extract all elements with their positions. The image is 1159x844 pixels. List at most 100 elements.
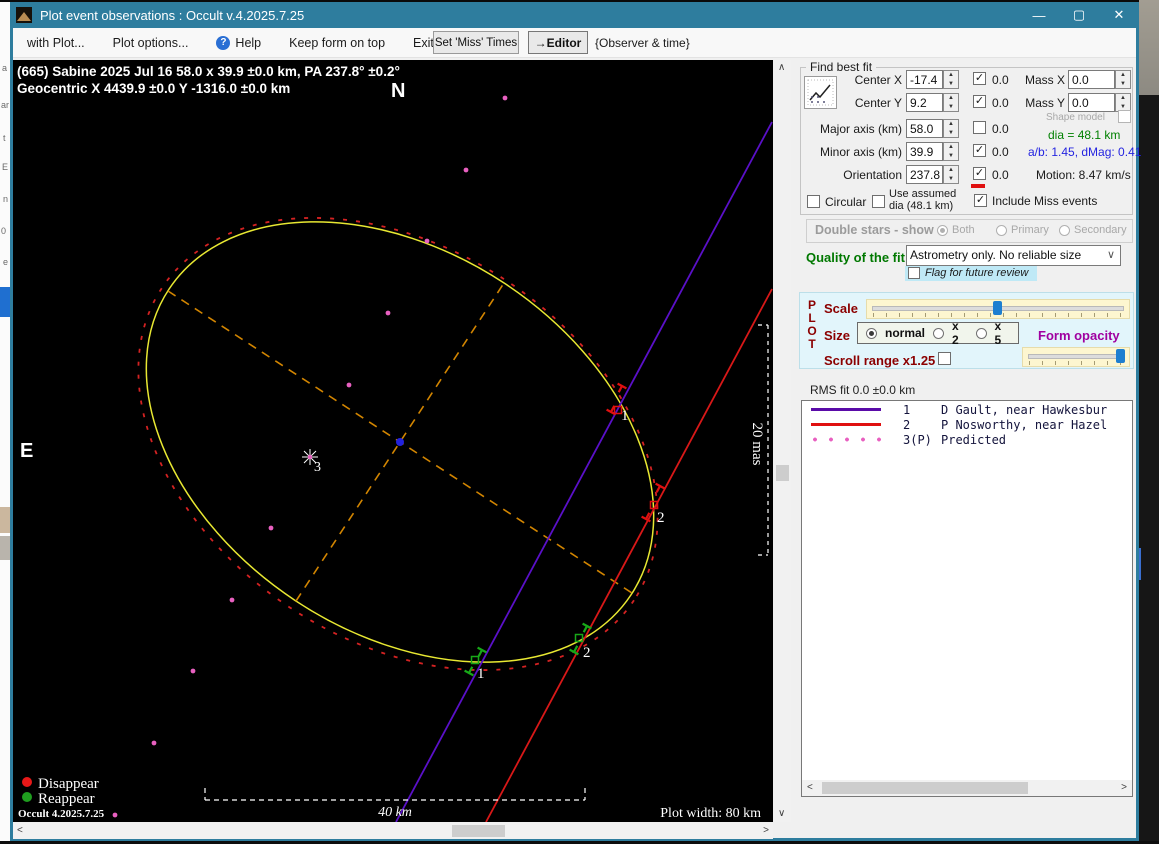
marker-3-label: 3 (314, 460, 321, 475)
maximize-button[interactable]: ▢ (1059, 2, 1099, 28)
orientation-stepper[interactable]: ▲ ▼ (943, 165, 959, 184)
set-miss-times-button[interactable]: Set 'Miss' Times (433, 31, 519, 54)
scroll-left-icon[interactable]: < (17, 826, 23, 836)
list-item[interactable]: 3(P) Predicted (802, 432, 1132, 447)
version-label: Occult 4.2025.7.25 (18, 808, 105, 820)
observer-list[interactable]: 1 D Gault, near Hawkesbur 2 P Nosworthy,… (801, 400, 1133, 797)
minor-axis-stepper[interactable]: ▲ ▼ (943, 142, 959, 161)
size-x5-radio[interactable] (975, 327, 987, 339)
edge-swatch (0, 536, 10, 560)
list-item[interactable]: 1 D Gault, near Hawkesbur (802, 403, 1132, 417)
mas-scale-label: 20 mas (749, 423, 765, 466)
double-primary-radio[interactable] (996, 225, 1007, 236)
chord2-swatch (811, 423, 881, 426)
include-miss-checkbox[interactable] (974, 194, 987, 207)
form-opacity-label: Form opacity (1038, 328, 1120, 343)
major-axis-sigma: 0.0 (992, 122, 1009, 136)
km-scale-label: 40 km (378, 805, 412, 820)
plot-canvas[interactable]: 3 1 2 1 2 (665) Sabine 2025 Jul 16 58.0 … (13, 60, 773, 822)
center-y-stepper[interactable]: ▲ ▼ (943, 93, 959, 112)
center-y-label: Center Y (854, 96, 902, 110)
mass-x-stepper[interactable]: ▲ ▼ (1115, 70, 1131, 89)
menu-with-plot[interactable]: with Plot... (13, 36, 99, 50)
desktop-right (1139, 95, 1159, 844)
menu-help-label: Help (235, 35, 262, 50)
circular-checkbox[interactable] (807, 195, 820, 208)
double-both-radio[interactable] (937, 225, 948, 236)
find-best-fit-label: Find best fit (806, 60, 877, 74)
major-axis-field[interactable]: 58.0 (906, 119, 943, 138)
minor-axis-sigma: 0.0 (992, 145, 1009, 159)
mass-y-field[interactable]: 0.0 (1068, 93, 1115, 112)
ellipse-center-dot (396, 438, 404, 446)
menu-keep-on-top[interactable]: Keep form on top (275, 36, 399, 50)
plot-vscroll-thumb[interactable] (776, 465, 789, 481)
scale-slider-thumb[interactable] (993, 301, 1002, 315)
observer-number: 3(P) (903, 432, 932, 447)
double-secondary-radio[interactable] (1059, 225, 1070, 236)
disappear-label: Disappear (38, 776, 99, 792)
size-normal-radio[interactable] (866, 327, 877, 339)
center-x-stepper[interactable]: ▲ ▼ (943, 70, 959, 89)
scroll-range-label: Scroll range x1.25 (824, 353, 936, 368)
center-x-label: Center X (854, 73, 902, 87)
editor-button[interactable]: →Editor (528, 31, 588, 54)
edge-fragment: t (3, 133, 6, 143)
scroll-down-icon[interactable]: ∨ (778, 809, 785, 819)
motion-info: Motion: 8.47 km/s (1036, 168, 1131, 182)
list-hscroll-thumb[interactable] (822, 782, 1028, 794)
desktop-right-top (1139, 0, 1159, 95)
scale-slider[interactable] (866, 299, 1130, 319)
center-x-field[interactable]: -17.4 (906, 70, 943, 89)
center-y-fit-checkbox[interactable] (973, 95, 986, 108)
menu-plot-options[interactable]: Plot options... (99, 36, 203, 50)
center-x-fit-checkbox[interactable] (973, 72, 986, 85)
center-y-field[interactable]: 9.2 (906, 93, 943, 112)
form-opacity-track[interactable] (1028, 354, 1124, 359)
size-radio-group: normal x 2 x 5 (857, 319, 1019, 347)
scroll-right-icon[interactable]: > (763, 826, 769, 836)
list-scroll-right-icon[interactable]: > (1121, 783, 1127, 793)
scroll-up-icon[interactable]: ∧ (778, 63, 785, 73)
size-x2-label: x 2 (952, 319, 959, 347)
orientation-field[interactable]: 237.8 (906, 165, 943, 184)
double-stars-label: Double stars - show (815, 223, 934, 237)
quality-label: Quality of the fit (806, 250, 905, 265)
form-opacity-thumb[interactable] (1116, 349, 1125, 363)
double-both-label: Both (952, 224, 975, 236)
list-hscrollbar[interactable]: < > (802, 780, 1132, 796)
observer-name: P Nosworthy, near Hazel (941, 417, 1108, 432)
plot-hscroll-thumb[interactable] (452, 825, 505, 837)
disappear-dot (22, 777, 32, 787)
list-scroll-left-icon[interactable]: < (807, 783, 813, 793)
menu-help[interactable]: ? Help (202, 35, 275, 50)
close-button[interactable]: ✕ (1099, 2, 1139, 28)
orientation-sigma: 0.0 (992, 168, 1009, 182)
chord2-d-label: 2 (657, 510, 665, 526)
minimize-button[interactable]: — (1019, 2, 1059, 28)
list-item[interactable]: 2 P Nosworthy, near Hazel (802, 417, 1132, 432)
size-x2-radio[interactable] (933, 327, 945, 339)
title-bar[interactable]: Plot event observations : Occult v.4.202… (10, 2, 1139, 28)
circular-label: Circular (825, 195, 867, 209)
plot-hscrollbar[interactable]: < > (13, 823, 773, 839)
plot-vscrollbar[interactable]: ∧ ∨ (774, 60, 791, 822)
shape-model-checkbox[interactable] (1118, 110, 1131, 123)
scroll-range-checkbox[interactable] (938, 352, 951, 365)
major-axis-label: Major axis (km) (819, 122, 902, 136)
use-assumed-checkbox[interactable] (872, 195, 885, 208)
flag-review-checkbox[interactable] (908, 267, 920, 279)
minor-axis-field[interactable]: 39.9 (906, 142, 943, 161)
mass-x-field[interactable]: 0.0 (1068, 70, 1115, 89)
observer-time-label: {Observer & time} (595, 36, 690, 50)
minor-axis-fit-checkbox[interactable] (973, 144, 986, 157)
form-opacity-slider[interactable] (1022, 347, 1130, 367)
quality-dropdown[interactable]: Astrometry only. No reliable size ∨ (906, 245, 1121, 266)
chord2-r-label: 2 (583, 645, 591, 661)
major-axis-fit-checkbox[interactable] (973, 121, 986, 134)
center-x-sigma: 0.0 (992, 73, 1009, 87)
desktop-right-glint (1139, 548, 1141, 580)
use-assumed-label-1: Use assumed (889, 188, 957, 200)
major-axis-stepper[interactable]: ▲ ▼ (943, 119, 959, 138)
orientation-fit-checkbox[interactable] (973, 167, 986, 180)
